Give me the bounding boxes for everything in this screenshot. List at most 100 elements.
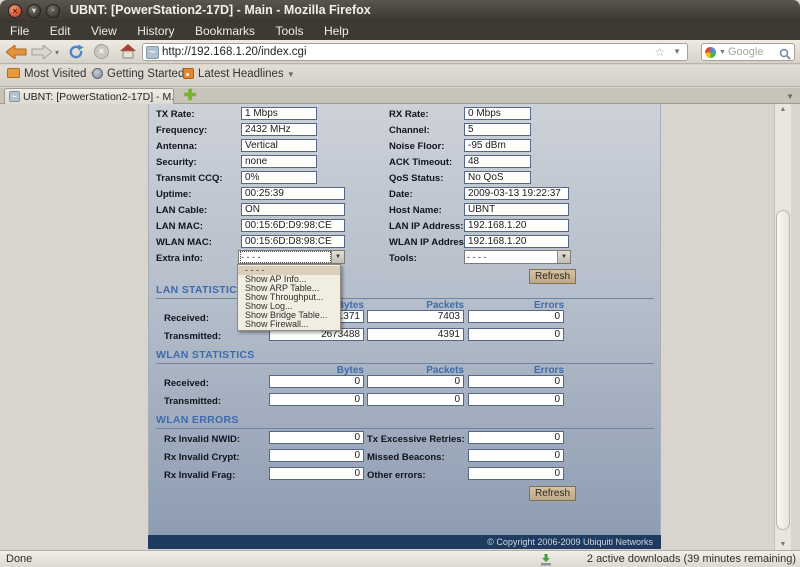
window-maximize-icon[interactable]: ▫ <box>46 4 60 18</box>
home-icon[interactable] <box>120 44 136 64</box>
url-dropdown-icon[interactable]: ▼ <box>673 47 681 56</box>
rx-invalid-crypt-field[interactable] <box>269 449 364 462</box>
field-label: Transmit CCQ: <box>156 173 223 184</box>
scrollbar-thumb[interactable] <box>776 210 790 530</box>
site-favicon: ~ <box>146 46 159 59</box>
lan-ip-field[interactable] <box>464 219 569 232</box>
chevron-down-icon[interactable]: ▼ <box>557 251 570 263</box>
wlan-rx-bytes-field[interactable] <box>269 375 364 388</box>
rss-icon <box>183 68 194 79</box>
scroll-up-icon[interactable]: ▲ <box>775 106 791 113</box>
folder-icon <box>7 68 20 78</box>
lan-rx-errors-field[interactable] <box>468 310 564 323</box>
missed-beacons-field[interactable] <box>468 449 564 462</box>
field-label: RX Rate: <box>389 109 429 120</box>
refresh-button-top[interactable]: Refresh <box>529 269 576 284</box>
rx-invalid-nwid-field[interactable] <box>269 431 364 444</box>
transmit-ccq-field[interactable] <box>241 171 317 184</box>
tools-selected-value: - - - - <box>467 252 556 262</box>
menu-help[interactable]: Help <box>316 22 357 40</box>
rx-invalid-frag-field[interactable] <box>269 467 364 480</box>
menu-bar: File Edit View History Bookmarks Tools H… <box>0 22 800 40</box>
bookmark-label: Latest Headlines <box>198 68 284 80</box>
lan-tx-errors-field[interactable] <box>468 328 564 341</box>
ack-timeout-field[interactable] <box>464 155 531 168</box>
tab-title: UBNT: [PowerStation2-17D] - M... <box>23 91 174 103</box>
refresh-button-bottom[interactable]: Refresh <box>529 486 576 501</box>
row-label: Rx Invalid Crypt: <box>164 452 240 463</box>
security-field[interactable] <box>241 155 317 168</box>
wlan-tx-errors-field[interactable] <box>468 393 564 406</box>
tools-select[interactable]: - - - - ▼ <box>464 250 571 264</box>
chevron-down-icon[interactable]: ▼ <box>331 251 344 263</box>
channel-field[interactable] <box>464 123 531 136</box>
vertical-scrollbar[interactable]: ▲ ▼ <box>774 104 791 550</box>
back-icon[interactable] <box>6 45 27 64</box>
field-label: Noise Floor: <box>389 141 444 152</box>
downloads-status[interactable]: 2 active downloads (39 minutes remaining… <box>587 553 796 565</box>
menu-tools[interactable]: Tools <box>267 22 311 40</box>
qos-status-field[interactable] <box>464 171 531 184</box>
bookmark-star-icon[interactable]: ☆ <box>654 45 665 59</box>
menu-bookmarks[interactable]: Bookmarks <box>187 22 263 40</box>
tx-rate-field[interactable] <box>241 107 317 120</box>
wlan-tx-bytes-field[interactable] <box>269 393 364 406</box>
getting-started-icon <box>92 68 103 79</box>
row-label: Missed Beacons: <box>367 452 445 463</box>
uptime-field[interactable] <box>241 187 345 200</box>
noise-floor-field[interactable] <box>464 139 531 152</box>
menu-history[interactable]: History <box>129 22 182 40</box>
tab-ubnt-main[interactable]: ~UBNT: [PowerStation2-17D] - M... <box>4 88 174 104</box>
google-icon <box>705 47 716 58</box>
rx-rate-field[interactable] <box>464 107 531 120</box>
list-all-tabs-icon[interactable]: ▼ <box>786 92 794 101</box>
frequency-field[interactable] <box>241 123 317 136</box>
forward-icon[interactable] <box>31 45 52 64</box>
search-box[interactable]: ▼ Google <box>701 43 795 61</box>
menu-view[interactable]: View <box>83 22 125 40</box>
extra-info-select[interactable]: - - - - ▼ <box>238 250 345 264</box>
wlan-statistics-title: WLAN STATISTICS <box>156 349 654 364</box>
history-dropdown-icon[interactable]: ▾ <box>55 48 59 57</box>
wlan-ip-field[interactable] <box>464 235 569 248</box>
menu-edit[interactable]: Edit <box>42 22 79 40</box>
field-label: Date: <box>389 189 413 200</box>
new-tab-icon[interactable]: ✚ <box>182 88 198 104</box>
search-icon[interactable] <box>779 47 791 65</box>
bookmark-getting-started[interactable]: Getting Started <box>92 68 184 84</box>
wlan-mac-field[interactable] <box>241 235 345 248</box>
bookmark-label: Most Visited <box>24 68 86 80</box>
downloads-icon[interactable] <box>540 553 552 565</box>
date-field[interactable] <box>464 187 569 200</box>
lan-tx-packets-field[interactable] <box>367 328 464 341</box>
window-minimize-icon[interactable]: ▾ <box>27 4 41 18</box>
page-viewport: TX Rate: Frequency: Antenna: Security: T… <box>0 104 800 550</box>
search-engine-dropdown-icon[interactable]: ▼ <box>719 49 726 56</box>
dropdown-option[interactable]: Show Firewall... <box>238 320 340 329</box>
url-bar[interactable]: ~http://192.168.1.20/index.cgi ☆ ▼ <box>142 43 688 61</box>
row-label: Transmitted: <box>164 331 221 342</box>
lan-statistics-title: LAN STATISTICS <box>156 284 654 299</box>
search-placeholder[interactable]: Google <box>728 46 763 58</box>
antenna-field[interactable] <box>241 139 317 152</box>
wlan-rx-errors-field[interactable] <box>468 375 564 388</box>
bookmark-latest-headlines[interactable]: Latest Headlines ▼ <box>183 68 295 84</box>
wlan-rx-packets-field[interactable] <box>367 375 464 388</box>
host-name-field[interactable] <box>464 203 569 216</box>
lan-cable-field[interactable] <box>241 203 345 216</box>
menu-file[interactable]: File <box>2 22 37 40</box>
window-titlebar[interactable]: × ▾ ▫ UBNT: [PowerStation2-17D] - Main -… <box>0 0 800 22</box>
status-text: Done <box>6 553 32 565</box>
field-label: TX Rate: <box>156 109 195 120</box>
window-close-icon[interactable]: × <box>8 4 22 18</box>
bookmark-most-visited[interactable]: Most Visited ▼ <box>7 68 98 84</box>
tx-excessive-retries-field[interactable] <box>468 431 564 444</box>
other-errors-field[interactable] <box>468 467 564 480</box>
reload-icon[interactable] <box>68 44 84 65</box>
scroll-down-icon[interactable]: ▼ <box>775 541 791 548</box>
lan-rx-packets-field[interactable] <box>367 310 464 323</box>
url-text[interactable]: http://192.168.1.20/index.cgi <box>162 46 307 58</box>
wlan-tx-packets-field[interactable] <box>367 393 464 406</box>
lan-mac-field[interactable] <box>241 219 345 232</box>
stop-icon[interactable]: × <box>94 44 109 59</box>
